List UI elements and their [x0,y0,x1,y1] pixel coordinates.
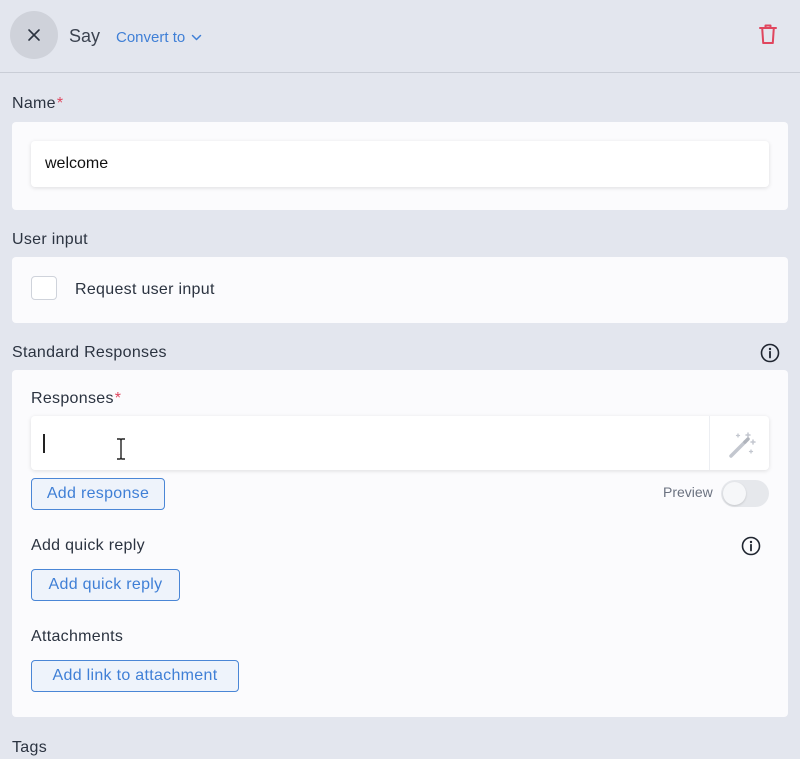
responses-label: Responses* [31,390,122,407]
required-mark: * [114,390,122,407]
name-section-label: Name* [12,95,64,112]
request-user-input-label: Request user input [75,281,215,298]
required-mark: * [56,95,64,112]
add-response-button[interactable]: Add response [31,478,165,510]
node-type-title: Say [69,26,101,46]
convert-to-label: Convert to [116,29,186,46]
text-cursor-icon [117,438,125,460]
trash-icon[interactable] [759,24,777,44]
preview-toggle[interactable] [721,480,769,507]
convert-to-dropdown[interactable]: Convert to [116,29,202,46]
user-input-section-label: User input [12,231,88,248]
magic-wand-icon[interactable] [728,431,756,459]
response-text-input[interactable] [31,416,769,470]
info-icon[interactable] [760,343,780,363]
add-quick-reply-button[interactable]: Add quick reply [31,569,180,601]
tags-section-label: Tags [12,739,47,756]
preview-label: Preview [663,484,713,500]
add-attachment-link-button[interactable]: Add link to attachment [31,660,239,692]
editor-header: Say Convert to [0,0,800,73]
request-user-input-checkbox[interactable] [31,276,57,300]
info-icon[interactable] [741,536,761,556]
chevron-down-icon [191,34,202,41]
close-icon [28,29,40,41]
input-divider [709,416,710,470]
close-button[interactable] [10,11,58,59]
toggle-knob [723,482,746,505]
quick-reply-section-label: Add quick reply [31,537,145,554]
attachments-label: Attachments [31,628,124,645]
name-input[interactable]: welcome [31,141,769,187]
standard-responses-label: Standard Responses [12,344,167,361]
text-caret [43,434,45,453]
